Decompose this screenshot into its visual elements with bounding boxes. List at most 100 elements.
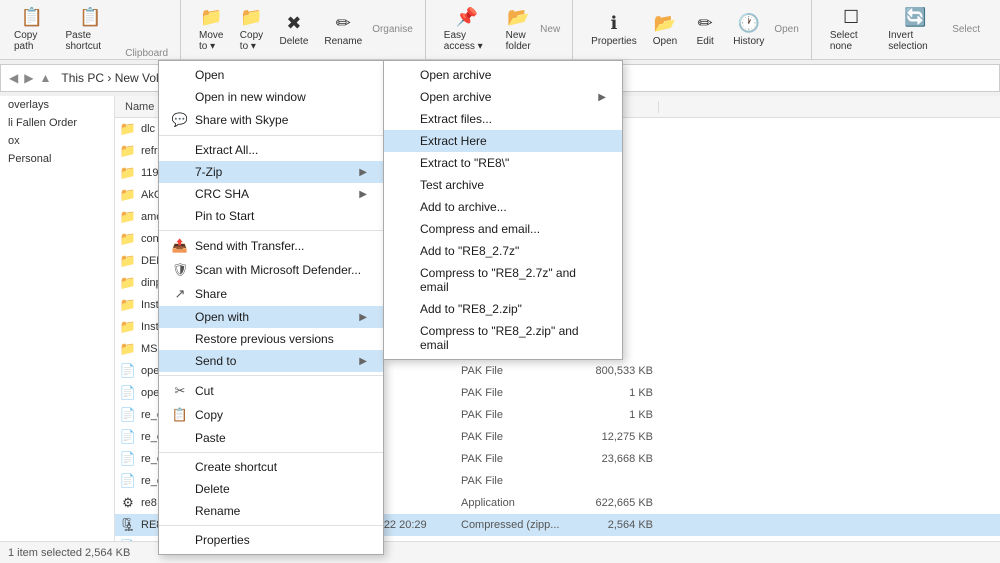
menu-item-open-new-window[interactable]: Open in new window <box>159 86 383 108</box>
nav-back-icon[interactable]: ◀ <box>9 71 18 85</box>
rename-button[interactable]: ✏ Rename <box>318 11 368 49</box>
copy-path-button[interactable]: 📋 Copy path <box>8 5 55 54</box>
file-icon: 📁 <box>119 319 137 335</box>
submenu-7zip-item-open-archive[interactable]: Open archive <box>384 64 622 86</box>
menu-item-label: Test archive <box>420 178 606 192</box>
menu-item-delete[interactable]: Delete <box>159 478 383 500</box>
menu-item-icon: ✂ <box>171 383 189 399</box>
nav-up-icon[interactable]: ▲ <box>39 71 51 85</box>
rename-icon: ✏ <box>336 13 351 34</box>
file-icon: 📁 <box>119 297 137 313</box>
submenu-7zip-item-compress-email[interactable]: Compress and email... <box>384 218 622 240</box>
file-icon: 📁 <box>119 253 137 269</box>
menu-item-open[interactable]: Open <box>159 64 383 86</box>
menu-item-send-with-transfer[interactable]: 📤 Send with Transfer... <box>159 234 383 258</box>
file-icon: 📁 <box>119 143 137 159</box>
menu-item-share[interactable]: ↗ Share <box>159 282 383 306</box>
submenu-7zip-item-test-archive[interactable]: Test archive <box>384 174 622 196</box>
select-section: ☐ Select none 🔄 Invert selection Select <box>824 0 992 59</box>
submenu-7zip-item-compress-zip-email[interactable]: Compress to "RE8_2.zip" and email <box>384 320 622 356</box>
menu-item-7zip[interactable]: 7-Zip ▶ <box>159 161 383 183</box>
sidebar-item-personal[interactable]: Personal <box>0 150 114 168</box>
organise-label: Organise <box>372 24 413 35</box>
file-type: PAK File <box>461 365 581 377</box>
new-label: New <box>540 24 560 35</box>
clipboard-label: Clipboard <box>125 46 168 59</box>
submenu-7zip-item-extract-files[interactable]: Extract files... <box>384 108 622 130</box>
easy-access-button[interactable]: 📌 Easy access ▾ <box>438 5 496 54</box>
menu-item-crc-sha[interactable]: CRC SHA ▶ <box>159 183 383 205</box>
file-type: PAK File <box>461 387 581 399</box>
submenu-arrow-icon: ▶ <box>359 189 367 200</box>
submenu-7zip-item-add-7z[interactable]: Add to "RE8_2.7z" <box>384 240 622 262</box>
menu-item-label: Copy <box>195 408 367 422</box>
status-bar: 1 item selected 2,564 KB <box>0 541 1000 563</box>
select-none-button[interactable]: ☐ Select none <box>824 5 878 54</box>
submenu-7zip-item-open-archive2[interactable]: Open archive ▶ <box>384 86 622 108</box>
menu-item-scan-defender[interactable]: 🛡 Scan with Microsoft Defender... <box>159 258 383 282</box>
file-type: PAK File <box>461 431 581 443</box>
menu-item-pin-to-start[interactable]: Pin to Start <box>159 205 383 227</box>
menu-separator <box>159 230 383 231</box>
easy-access-icon: 📌 <box>456 7 478 28</box>
menu-item-label: Delete <box>195 482 367 496</box>
file-icon: 📄 <box>119 451 137 467</box>
menu-item-icon: 📤 <box>171 238 189 254</box>
menu-item-icon: ↗ <box>171 286 189 302</box>
submenu-7zip-item-add-zip[interactable]: Add to "RE8_2.zip" <box>384 298 622 320</box>
delete-label: Delete <box>279 36 308 47</box>
submenu-7zip-item-compress-7z-email[interactable]: Compress to "RE8_2.7z" and email <box>384 262 622 298</box>
menu-item-send-to[interactable]: Send to ▶ <box>159 350 383 372</box>
submenu-arrow-icon: ▶ <box>598 92 606 103</box>
menu-item-rename[interactable]: Rename <box>159 500 383 522</box>
submenu-7zip-item-extract-here[interactable]: Extract Here <box>384 130 622 152</box>
file-icon: 📁 <box>119 165 137 181</box>
edit-button[interactable]: ✏ Edit <box>687 11 723 49</box>
history-button[interactable]: 🕐 History <box>727 11 770 49</box>
file-icon: 📄 <box>119 363 137 379</box>
menu-item-cut[interactable]: ✂ Cut <box>159 379 383 403</box>
open-button[interactable]: 📂 Open <box>647 11 683 49</box>
menu-item-copy[interactable]: 📋 Copy <box>159 403 383 427</box>
file-icon: 📄 <box>119 473 137 489</box>
move-to-button[interactable]: 📁 Moveto ▾ <box>193 5 229 54</box>
invert-selection-icon: 🔄 <box>904 7 926 28</box>
menu-item-properties[interactable]: Properties <box>159 529 383 551</box>
sidebar-item-overlays[interactable]: overlays <box>0 96 114 114</box>
nav-forward-icon[interactable]: ▶ <box>24 71 33 85</box>
menu-item-extract-all[interactable]: Extract All... <box>159 139 383 161</box>
submenu-7zip-item-extract-to[interactable]: Extract to "RE8\" <box>384 152 622 174</box>
easy-access-label: Easy access ▾ <box>444 30 490 52</box>
new-folder-button[interactable]: 📂 Newfolder <box>500 5 536 54</box>
file-icon: 📁 <box>119 275 137 291</box>
menu-separator <box>159 135 383 136</box>
menu-item-label: Share with Skype <box>195 113 367 127</box>
file-icon: ⚙ <box>119 495 137 511</box>
menu-item-share-skype[interactable]: 💬 Share with Skype <box>159 108 383 132</box>
menu-item-paste[interactable]: Paste <box>159 427 383 449</box>
copy-path-label: Copy path <box>14 30 49 52</box>
file-size: 2,564 KB <box>581 519 661 531</box>
open-section-label: Open <box>774 24 798 35</box>
menu-item-open-with[interactable]: Open with ▶ <box>159 306 383 328</box>
invert-selection-button[interactable]: 🔄 Invert selection <box>882 5 948 54</box>
copy-to-button[interactable]: 📁 Copyto ▾ <box>233 5 269 54</box>
open-icon: 📂 <box>654 13 676 34</box>
file-size: 1 KB <box>581 409 661 421</box>
move-to-icon: 📁 <box>200 7 222 28</box>
edit-icon: ✏ <box>698 13 713 34</box>
menu-item-restore-prev[interactable]: Restore previous versions <box>159 328 383 350</box>
file-icon: 📄 <box>119 407 137 423</box>
paste-shortcut-button[interactable]: 📋 Paste shortcut <box>59 5 121 54</box>
menu-item-label: Send with Transfer... <box>195 239 367 253</box>
properties-button[interactable]: ℹ Properties <box>585 11 643 49</box>
properties-label: Properties <box>591 36 637 47</box>
menu-item-label: 7-Zip <box>195 165 359 179</box>
menu-item-create-shortcut[interactable]: Create shortcut <box>159 456 383 478</box>
menu-item-label: Compress to "RE8_2.7z" and email <box>420 266 606 294</box>
sidebar-item-fallen-order[interactable]: li Fallen Order <box>0 114 114 132</box>
submenu-7zip-item-add-archive[interactable]: Add to archive... <box>384 196 622 218</box>
delete-button[interactable]: ✖ Delete <box>273 11 314 49</box>
sidebar-item-box[interactable]: ox <box>0 132 114 150</box>
menu-item-label: Open archive <box>420 68 606 82</box>
